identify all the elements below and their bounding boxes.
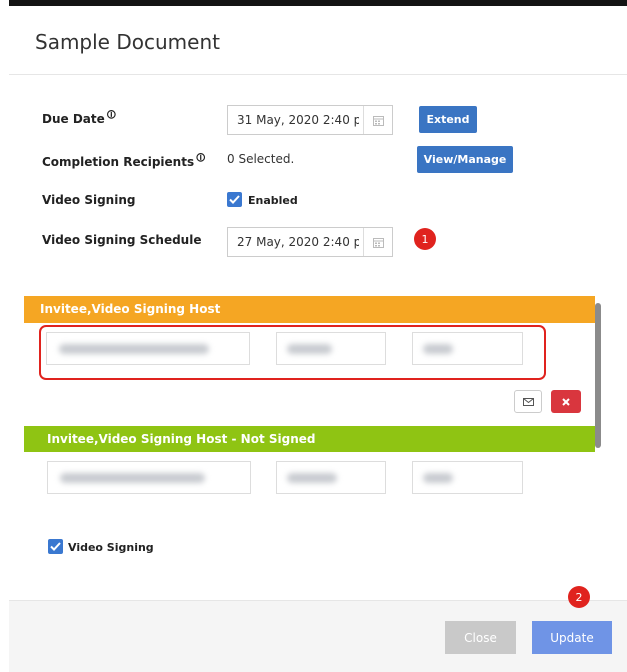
email-button[interactable] — [514, 390, 542, 413]
calendar-icon[interactable] — [363, 106, 392, 134]
invitee-header-host: Invitee,Video Signing Host — [24, 296, 595, 323]
info-icon: 🛈 — [196, 154, 206, 164]
invitee-header-host-not-signed: Invitee,Video Signing Host - Not Signed — [24, 426, 595, 452]
update-button[interactable]: Update — [532, 621, 612, 654]
video-signing-schedule-value: 27 May, 2020 2:40 pm — [237, 235, 359, 249]
invitee-phone-field[interactable] — [276, 461, 386, 494]
highlight-box — [39, 325, 546, 380]
invitee-name-field[interactable] — [47, 461, 251, 494]
due-date-input[interactable]: 31 May, 2020 2:40 pm — [227, 105, 393, 135]
video-signing-checkbox-label: Enabled — [248, 194, 298, 207]
due-date-label: Due Date 🛈 — [42, 108, 116, 126]
close-icon — [562, 397, 570, 406]
view-manage-button[interactable]: View/Manage — [417, 146, 513, 173]
completion-recipients-label: Completion Recipients 🛈 — [42, 151, 205, 169]
checkmark-icon — [229, 195, 240, 204]
video-signing-label: Video Signing — [42, 193, 136, 207]
calendar-icon[interactable] — [363, 228, 392, 256]
envelope-icon — [522, 397, 534, 406]
video-signing-schedule-label: Video Signing Schedule — [42, 233, 202, 247]
annotation-badge-2: 2 — [568, 586, 590, 608]
video-signing-checkbox-bottom-label: Video Signing — [68, 541, 154, 554]
delete-button[interactable] — [551, 390, 581, 413]
close-button[interactable]: Close — [445, 621, 516, 654]
modal-title: Sample Document — [35, 30, 220, 54]
modal-header: Sample Document — [9, 6, 627, 75]
info-icon: 🛈 — [106, 111, 116, 121]
invitee-extra-field[interactable] — [412, 461, 523, 494]
video-signing-schedule-input[interactable]: 27 May, 2020 2:40 pm — [227, 227, 393, 257]
due-date-value: 31 May, 2020 2:40 pm — [237, 113, 359, 127]
completion-recipients-label-text: Completion Recipients — [42, 155, 195, 169]
scrollbar[interactable] — [595, 303, 601, 448]
annotation-badge-1: 1 — [414, 228, 436, 250]
due-date-label-text: Due Date — [42, 112, 105, 126]
checkmark-icon — [50, 542, 61, 551]
video-signing-checkbox-bottom[interactable] — [48, 539, 63, 554]
video-signing-checkbox[interactable] — [227, 192, 242, 207]
completion-recipients-value: 0 Selected. — [227, 152, 295, 166]
extend-button[interactable]: Extend — [419, 106, 477, 133]
